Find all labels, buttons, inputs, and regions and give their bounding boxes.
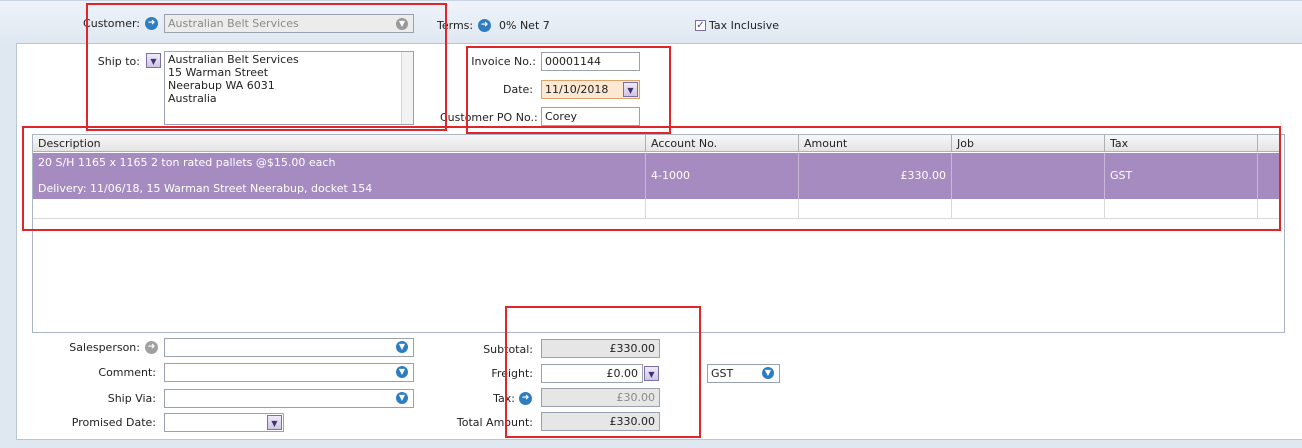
- annotation-box-invoice: [466, 46, 671, 134]
- ship-via-field[interactable]: [164, 389, 414, 408]
- tax-label: Tax:: [493, 392, 515, 405]
- chevron-down-icon[interactable]: ▼: [396, 341, 408, 353]
- comment-field[interactable]: [164, 363, 414, 382]
- annotation-box-customer: [86, 3, 447, 131]
- comment-label: Comment:: [98, 366, 156, 379]
- chevron-down-icon[interactable]: ▼: [762, 367, 774, 379]
- salesperson-zoom-icon[interactable]: ➜: [145, 341, 158, 354]
- chevron-down-icon[interactable]: ▼: [396, 392, 408, 404]
- annotation-box-totals: [505, 306, 701, 438]
- ship-via-label: Ship Via:: [107, 392, 156, 405]
- terms-zoom-icon[interactable]: ➜: [478, 19, 491, 32]
- terms-value: 0% Net 7: [499, 19, 550, 32]
- promised-date-label: Promised Date:: [71, 416, 156, 429]
- annotation-box-line-items: [22, 126, 1281, 231]
- promised-date-field[interactable]: [164, 413, 284, 432]
- tax-inclusive-checkbox[interactable]: ✓: [695, 20, 706, 31]
- salesperson-label: Salesperson:: [69, 341, 140, 354]
- calendar-dropdown-button[interactable]: ▼: [267, 415, 282, 430]
- chevron-down-icon[interactable]: ▼: [396, 366, 408, 378]
- salesperson-field[interactable]: [164, 338, 414, 357]
- tax-inclusive-label: Tax Inclusive: [709, 19, 780, 32]
